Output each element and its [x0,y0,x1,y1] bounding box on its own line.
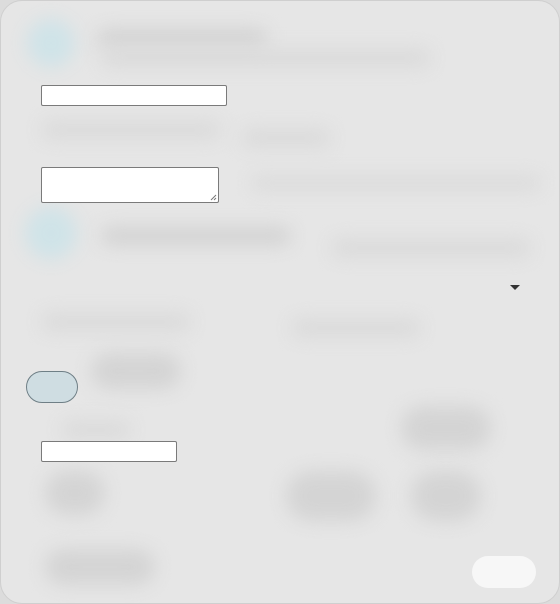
notes-textarea[interactable] [41,167,219,203]
submit-button[interactable] [472,556,536,588]
ghost-line [61,421,131,439]
ghost-pill [45,549,155,585]
dialog [0,0,560,604]
ghost-line [41,313,191,331]
short-input[interactable] [41,441,177,462]
ghost-line [41,121,221,139]
ghost-pill [286,471,376,521]
ghost-line [291,319,421,337]
ghost-line [331,239,531,257]
ghost-pill [91,353,181,389]
ghost-line [101,227,291,245]
ghost-pill [401,406,491,450]
ghost-line [241,129,331,147]
chevron-down-icon [510,285,520,290]
ghost-line [97,29,267,47]
ghost-line [251,176,541,190]
ghost-avatar-1 [27,19,75,67]
resize-grip-icon[interactable] [210,194,217,201]
ghost-pill [45,471,105,515]
select-dropdown[interactable] [31,275,531,299]
ghost-line [101,49,431,67]
name-input[interactable] [41,85,227,106]
ghost-avatar-2 [25,207,77,259]
ghost-pill [411,471,481,521]
toggle-button[interactable] [26,371,78,403]
